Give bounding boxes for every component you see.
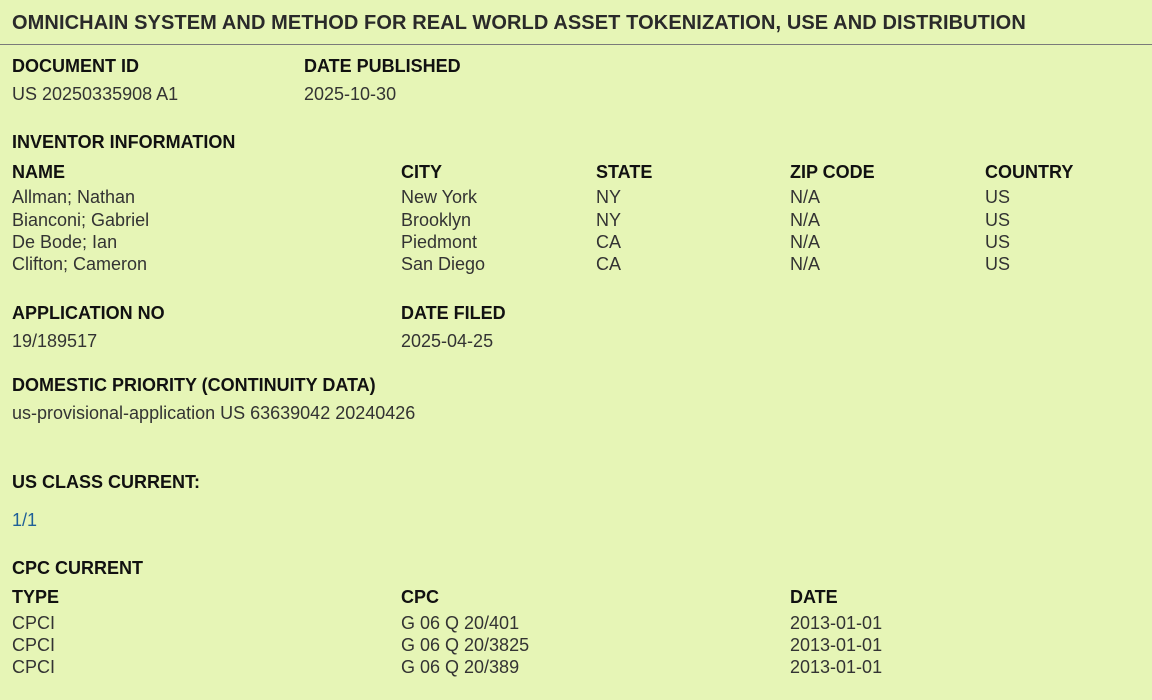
application-no-label: APPLICATION NO (12, 303, 165, 323)
inventor-state: NY (596, 187, 622, 207)
us-class-current-label: US CLASS CURRENT: (12, 472, 201, 492)
cpc-date: 2013-01-01 (790, 613, 883, 633)
inventor-zip-code: N/A (790, 232, 821, 252)
cpc-type: CPCI (12, 613, 56, 633)
cpc-code-link[interactable]: G 06 Q 20/401 (401, 613, 519, 634)
cpc-date: 2013-01-01 (790, 657, 883, 677)
date-filed-label: DATE FILED (401, 303, 506, 323)
application-no-value: 19/189517 (12, 331, 98, 351)
inventor-column-zip-code: ZIP CODE (790, 162, 875, 182)
date-published-value: 2025-10-30 (304, 84, 397, 104)
inventor-name: Clifton; Cameron (12, 254, 148, 274)
inventor-name: Bianconi; Gabriel (12, 210, 150, 230)
inventor-column-country: COUNTRY (985, 162, 1074, 182)
domestic-priority-label: DOMESTIC PRIORITY (CONTINUITY DATA) (12, 375, 376, 395)
inventor-name: Allman; Nathan (12, 187, 136, 207)
cpc-type: CPCI (12, 635, 56, 655)
us-class-current-link[interactable]: 1/1 (12, 510, 37, 531)
inventor-column-name: NAME (12, 162, 65, 182)
cpc-current-heading: CPC CURRENT (12, 558, 144, 578)
inventor-city: Piedmont (401, 232, 478, 252)
inventor-column-city: CITY (401, 162, 443, 182)
date-published-label: DATE PUBLISHED (304, 56, 461, 76)
inventor-state: CA (596, 254, 622, 274)
cpc-type: CPCI (12, 657, 56, 677)
cpc-column-type: TYPE (12, 587, 60, 607)
date-filed-value: 2025-04-25 (401, 331, 494, 351)
cpc-code-link[interactable]: G 06 Q 20/3825 (401, 635, 529, 656)
inventor-information-heading: INVENTOR INFORMATION (12, 132, 236, 152)
inventor-city: San Diego (401, 254, 486, 274)
title-divider (0, 44, 1152, 45)
inventor-zip-code: N/A (790, 210, 821, 230)
cpc-code-link[interactable]: G 06 Q 20/389 (401, 657, 519, 678)
inventor-zip-code: N/A (790, 187, 821, 207)
document-id-label: DOCUMENT ID (12, 56, 139, 76)
inventor-column-state: STATE (596, 162, 653, 182)
domestic-priority-value: us-provisional-application US 63639042 2… (12, 403, 416, 423)
inventor-state: CA (596, 232, 622, 252)
inventor-city: New York (401, 187, 478, 207)
inventor-name: De Bode; Ian (12, 232, 118, 252)
cpc-date: 2013-01-01 (790, 635, 883, 655)
inventor-country: US (985, 232, 1011, 252)
inventor-state: NY (596, 210, 622, 230)
page-title: OMNICHAIN SYSTEM AND METHOD FOR REAL WOR… (12, 12, 1026, 34)
inventor-country: US (985, 187, 1011, 207)
cpc-column-date: DATE (790, 587, 838, 607)
inventor-zip-code: N/A (790, 254, 821, 274)
cpc-column-cpc: CPC (401, 587, 440, 607)
document-id-value: US 20250335908 A1 (12, 84, 179, 104)
inventor-city: Brooklyn (401, 210, 472, 230)
inventor-country: US (985, 210, 1011, 230)
inventor-country: US (985, 254, 1011, 274)
